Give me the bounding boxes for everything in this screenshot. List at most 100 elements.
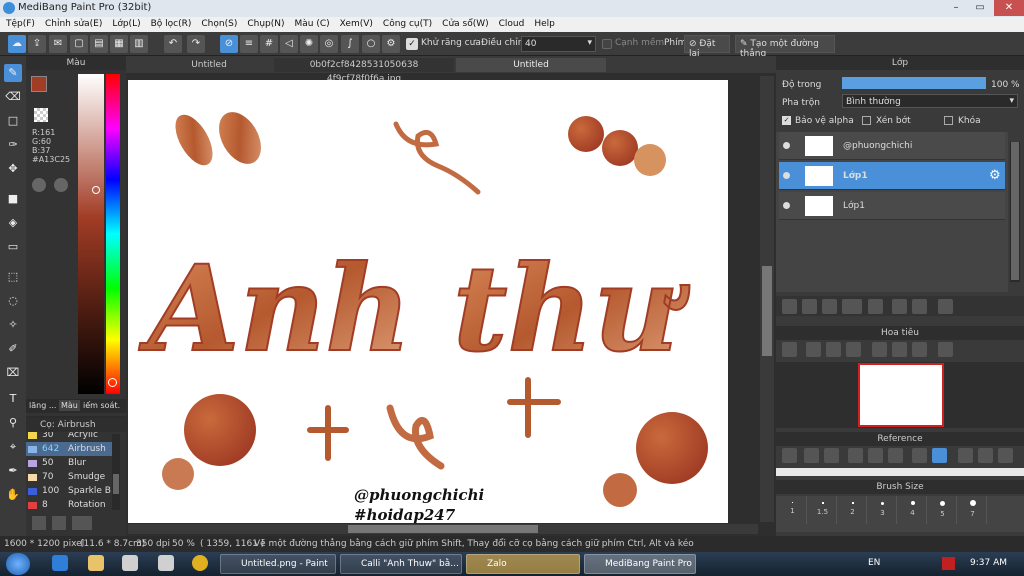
reset-button[interactable]: ⊘ Đặt lại [684,35,730,59]
tab-jpg[interactable]: 0b0f2cf8428531050638 4f9cf78f0f6a.jpg [274,58,454,84]
vertical-scrollbar-thumb[interactable] [762,266,772,356]
horizontal-scrollbar[interactable] [128,524,758,534]
select-pen-icon[interactable]: ✐ [4,340,22,358]
rotate-left-icon[interactable] [872,342,887,357]
brush-item[interactable]: 100 Sparkle B [26,484,118,498]
tab-untitled-2[interactable]: Untitled [456,58,606,72]
cloud-icon[interactable]: ☁ [8,35,26,53]
cross-snap-icon[interactable]: # [260,35,278,53]
tab-untitled-1[interactable]: Untitled [154,58,264,72]
pen-tool-icon[interactable]: ✑ [4,136,22,154]
scrollbar-thumb[interactable] [113,474,119,494]
radial-snap-icon[interactable]: ✺ [300,35,318,53]
close-button[interactable]: ✕ [994,0,1024,16]
rotate-right-icon[interactable] [912,342,927,357]
select-eraser-icon[interactable]: ⌧ [4,364,22,382]
tab-color[interactable]: Màu [59,400,80,411]
horizontal-scrollbar-thumb[interactable] [348,525,538,533]
comment-icon[interactable]: ✉ [49,35,67,53]
scrollbar-thumb[interactable] [1011,142,1019,280]
zoom-in-icon[interactable] [782,342,797,357]
menu-filter[interactable]: Bộ lọc(R) [145,17,196,29]
operation-icon[interactable]: ⚲ [4,414,22,432]
undo-icon[interactable]: ↶ [164,35,182,53]
adjust-select[interactable]: 40 ▾ [521,36,596,52]
layer-row-selected[interactable]: Lớp1 ⚙ [779,162,1005,190]
close-icon[interactable] [824,448,839,463]
brush-item[interactable]: 8 Rotation [26,498,118,512]
rotate-left-icon[interactable] [958,448,973,463]
brush-size-cell[interactable]: 2 [839,496,867,524]
add-brush-icon[interactable] [32,516,46,530]
menu-color[interactable]: Màu (C) [289,17,334,29]
zoom-out-icon[interactable] [846,342,861,357]
ie-icon[interactable] [52,555,68,571]
brush-item-selected[interactable]: 642 Airbrush [26,442,118,456]
save-icon[interactable]: ▤ [90,35,108,53]
language-indicator[interactable]: EN [868,558,880,568]
menu-view[interactable]: Xem(V) [334,17,377,29]
brush-size-cell[interactable]: 7 [959,496,987,524]
zoom-out-icon[interactable] [888,448,903,463]
protect-alpha-checkbox[interactable]: ✓ [782,116,791,125]
navigator-thumbnail[interactable] [858,363,944,427]
brush-menu-icon[interactable] [72,516,92,530]
vanish-snap-icon[interactable]: ◁ [280,35,298,53]
menu-select[interactable]: Chọn(S) [195,17,241,29]
color-picker-handle[interactable] [92,186,100,194]
layout-icon[interactable]: ▥ [130,35,148,53]
rectangle-icon[interactable]: □ [4,112,22,130]
brush-size-cell[interactable]: 3 [869,496,897,524]
fill-rect-icon[interactable]: ■ [4,190,22,208]
zoom-in-icon[interactable] [848,448,863,463]
media-player-icon[interactable] [122,555,138,571]
grid-icon[interactable]: ▦ [110,35,128,53]
fit-icon[interactable] [826,342,841,357]
saturation-value-square[interactable] [78,74,104,394]
start-button[interactable] [6,553,30,575]
navigator-view[interactable] [776,362,1024,428]
add-1bit-layer-icon[interactable] [822,299,837,314]
reference-view[interactable] [776,468,1024,476]
add-layer-icon[interactable] [782,299,797,314]
menu-tools[interactable]: Công cụ(T) [377,17,436,29]
opacity-slider[interactable] [842,77,986,89]
menu-cloud[interactable]: Cloud [493,17,529,29]
app-pinned-icon[interactable] [158,555,174,571]
hand-icon[interactable]: ✋ [4,486,22,504]
straight-line-button[interactable]: ✎ Tạo một đường thẳng [735,35,835,59]
palette-icon[interactable] [32,178,46,192]
antialias-checkbox[interactable]: ✓ [406,38,418,50]
select-rect-icon[interactable]: ⬚ [4,268,22,286]
layer-list-scrollbar[interactable] [1010,142,1020,282]
soft-edge-checkbox[interactable] [602,39,612,49]
menu-file[interactable]: Tệp(F) [0,17,39,29]
upload-icon[interactable] [782,448,797,463]
minimize-button[interactable]: – [944,0,968,16]
vertical-scrollbar[interactable] [760,76,774,522]
tab-tone[interactable]: lãng ... [29,401,56,410]
layer-row[interactable]: Lớp1 [779,192,1005,220]
brush-size-cell[interactable]: 1 [779,496,807,524]
hand-dropper-icon[interactable]: ✒ [4,462,22,480]
parallel-snap-icon[interactable]: ≡ [240,35,258,53]
copy-brush-icon[interactable] [52,516,66,530]
eye-icon[interactable] [783,202,790,209]
folder-icon[interactable] [868,299,883,314]
chrome-icon[interactable] [192,555,208,571]
clock[interactable]: 9:37 AM [970,558,1007,568]
eyedropper-icon[interactable]: ⌖ [4,438,22,456]
brush-size-cell[interactable]: 1.5 [809,496,837,524]
brush-size-cell[interactable]: 4 [899,496,927,524]
duplicate-layer-icon[interactable] [892,299,907,314]
gear-icon[interactable]: ⚙ [989,168,1001,183]
layer-row[interactable]: @phuongchichi [779,132,1005,160]
lock-checkbox[interactable] [944,116,953,125]
ellipse-snap-icon[interactable]: ○ [362,35,380,53]
menu-window[interactable]: Cửa sổ(W) [436,17,492,29]
reset-view-icon[interactable] [978,448,993,463]
redo-icon[interactable]: ↷ [187,35,205,53]
task-chrome[interactable]: Calli "Anh Thuw" bằ... [340,554,462,574]
merge-layer-icon[interactable] [912,299,927,314]
gradient-icon[interactable]: ▭ [4,238,22,256]
